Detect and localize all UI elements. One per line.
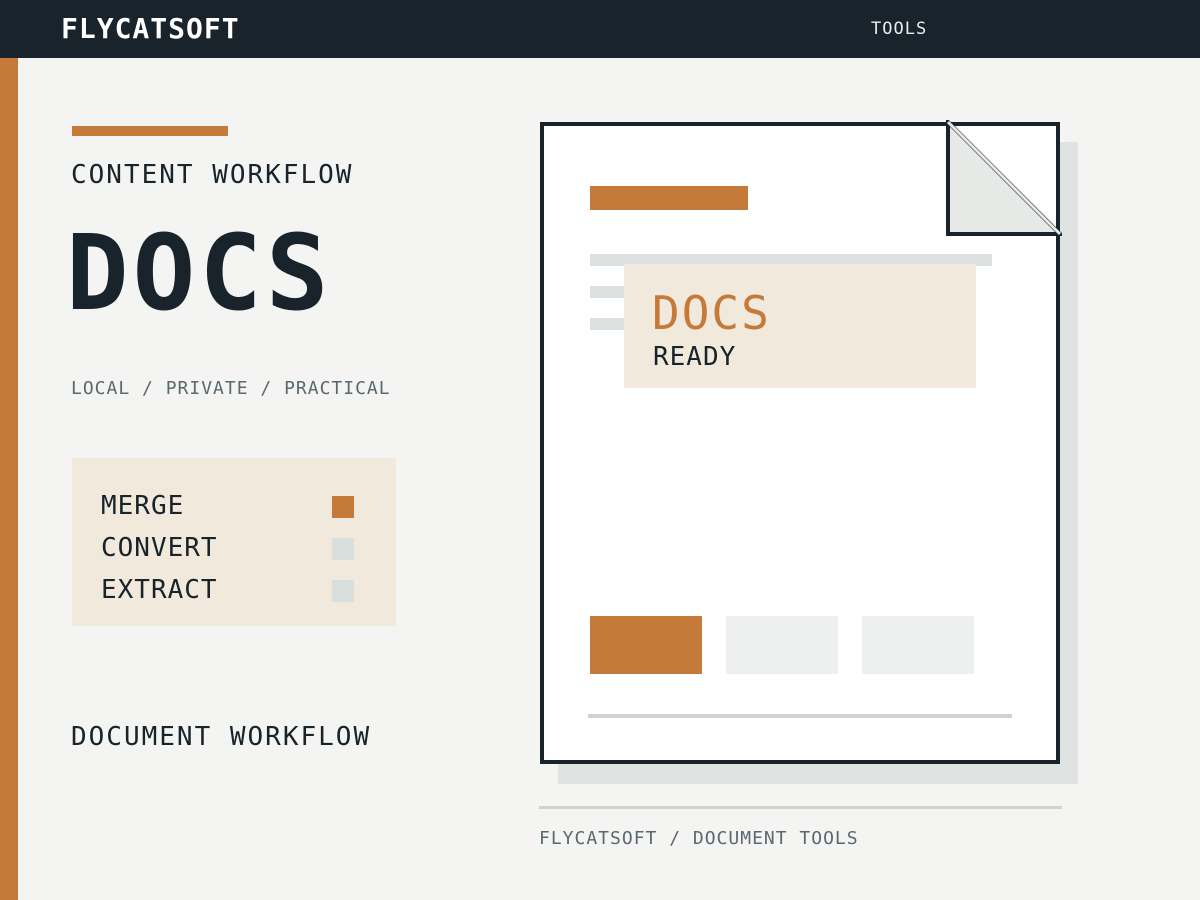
document-action-primary (590, 616, 702, 674)
operation-label: EXTRACT (101, 575, 218, 605)
operation-extract[interactable]: EXTRACT (101, 574, 361, 606)
page-fold-icon (946, 120, 1062, 236)
operation-convert[interactable]: CONVERT (101, 532, 361, 564)
operation-label: MERGE (101, 491, 185, 521)
status-badge: DOCS READY (624, 264, 976, 388)
document-heading-bar (590, 186, 748, 210)
operations-card: MERGE CONVERT EXTRACT (72, 458, 396, 626)
left-accent-stripe (0, 58, 18, 900)
status-indicator-icon (332, 538, 354, 560)
operation-merge[interactable]: MERGE (101, 490, 361, 522)
status-indicator-icon (332, 496, 354, 518)
footer-heading: DOCUMENT WORKFLOW (71, 722, 372, 752)
hero-tagline: LOCAL / PRIVATE / PRACTICAL (71, 378, 391, 399)
document-rule (588, 714, 1012, 718)
top-bar: FLYCATSOFT TOOLS (0, 0, 1200, 58)
nav-link-tools[interactable]: TOOLS (871, 18, 927, 40)
brand-logo[interactable]: FLYCATSOFT (61, 12, 240, 46)
document-action-secondary (726, 616, 838, 674)
badge-title: DOCS (652, 286, 771, 340)
caption: FLYCATSOFT / DOCUMENT TOOLS (539, 828, 859, 849)
document-action-secondary (862, 616, 974, 674)
section-eyebrow: CONTENT WORKFLOW (71, 160, 354, 190)
hero-title: DOCS (66, 212, 333, 334)
operation-label: CONVERT (101, 533, 218, 563)
status-indicator-icon (332, 580, 354, 602)
badge-status: READY (653, 342, 737, 372)
caption-divider (539, 806, 1062, 809)
accent-bar (72, 126, 228, 136)
